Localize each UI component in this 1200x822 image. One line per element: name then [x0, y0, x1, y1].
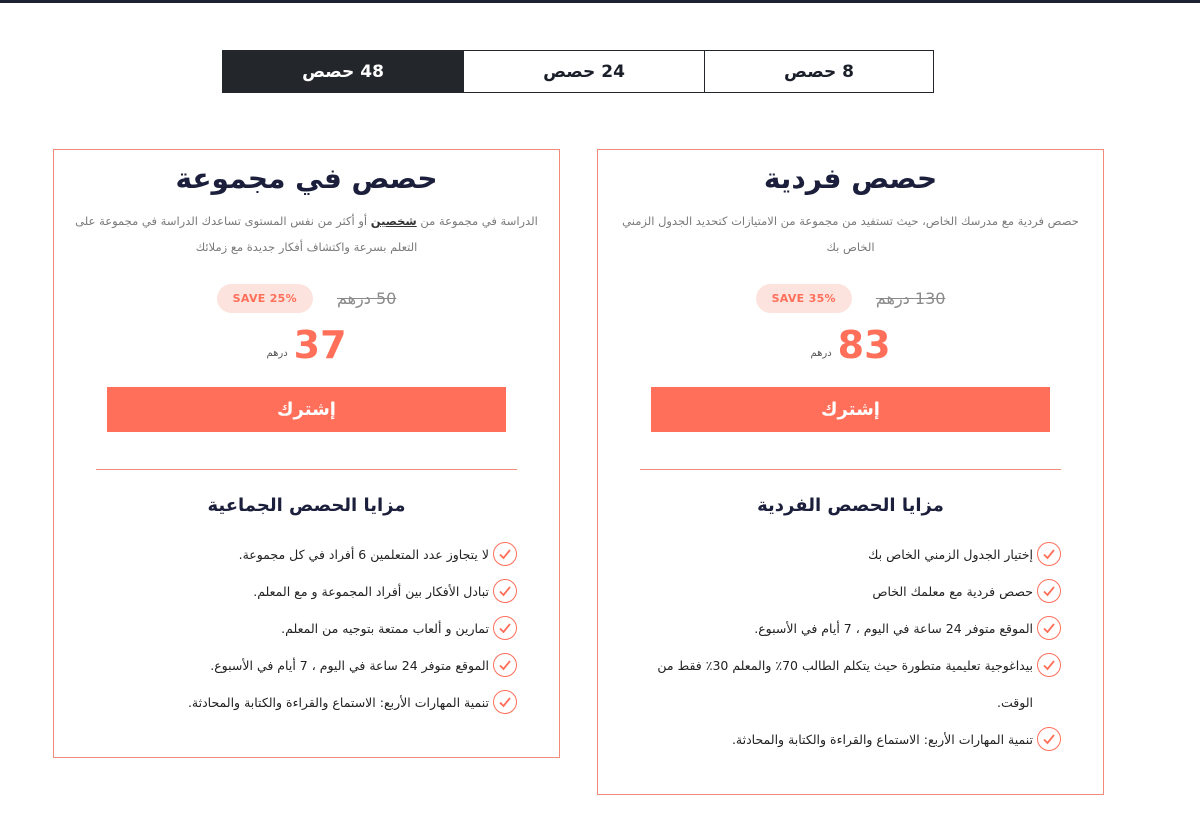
individual-old-price: 130 درهم — [875, 289, 946, 308]
check-circle-icon — [1037, 579, 1061, 603]
group-plan-description: الدراسة في مجموعة من شخصين أو أكثر من نف… — [75, 214, 538, 254]
tab-48-sessions[interactable]: 48 حصص — [222, 50, 464, 93]
group-save-badge: SAVE 25% — [216, 284, 313, 313]
individual-features-title: مزايا الحصص الفردية — [757, 495, 944, 516]
list-item: إختيار الجدول الزمني الخاص بك — [618, 536, 1061, 573]
check-circle-icon — [1037, 542, 1061, 566]
list-item: لا يتجاوز عدد المتعلمين 6 أفراد في كل مج… — [74, 536, 517, 573]
individual-plan-title: حصص فردية — [763, 162, 938, 195]
check-circle-icon — [1037, 616, 1061, 640]
group-price-row: 50 درهم SAVE 25% — [54, 284, 559, 313]
individual-plan-card: حصص فردية حصص فردية مع مدرسك الخاص، حيث … — [597, 149, 1104, 795]
check-circle-icon — [493, 542, 517, 566]
group-plan-title: حصص في مجموعة — [175, 162, 438, 195]
group-divider — [96, 469, 517, 470]
check-circle-icon — [1037, 653, 1061, 677]
list-item: بيداغوجية تعليمية متطورة حيث يتكلم الطال… — [618, 647, 1061, 721]
group-old-price: 50 درهم — [336, 289, 397, 308]
individual-plan-description: حصص فردية مع مدرسك الخاص، حيث تستفيد من … — [622, 214, 1079, 254]
list-item: حصص فردية مع معلمك الخاص — [618, 573, 1061, 610]
group-subscribe-button[interactable]: إشترك — [107, 387, 506, 432]
individual-price-unit: درهم — [810, 348, 832, 359]
group-desc-highlight: شخصين — [370, 214, 417, 228]
individual-save-badge: SAVE 35% — [755, 284, 852, 313]
group-price-unit: درهم — [266, 348, 288, 359]
session-count-tabs: 48 حصص 24 حصص 8 حصص — [222, 50, 934, 93]
check-circle-icon — [493, 579, 517, 603]
individual-features-list: إختيار الجدول الزمني الخاص بك حصص فردية … — [618, 536, 1061, 758]
group-price: 37 درهم — [54, 323, 559, 367]
individual-price: 83 درهم — [598, 323, 1103, 367]
individual-subscribe-button[interactable]: إشترك — [651, 387, 1050, 432]
list-item: تنمية المهارات الأربع: الاستماع والقراءة… — [618, 721, 1061, 758]
top-header-strip — [0, 0, 1200, 3]
list-item: الموقع متوفر 24 ساعة في اليوم ، 7 أيام ف… — [618, 610, 1061, 647]
list-item: تمارين و ألعاب ممتعة بتوجيه من المعلم. — [74, 610, 517, 647]
list-item: الموقع متوفر 24 ساعة في اليوم ، 7 أيام ف… — [74, 647, 517, 684]
check-circle-icon — [493, 690, 517, 714]
group-features-list: لا يتجاوز عدد المتعلمين 6 أفراد في كل مج… — [74, 536, 517, 721]
group-features-title: مزايا الحصص الجماعية — [207, 495, 406, 516]
group-price-value: 37 — [293, 323, 347, 367]
check-circle-icon — [493, 653, 517, 677]
check-circle-icon — [493, 616, 517, 640]
list-item: تبادل الأفكار بين أفراد المجموعة و مع ال… — [74, 573, 517, 610]
individual-price-row: 130 درهم SAVE 35% — [598, 284, 1103, 313]
check-circle-icon — [1037, 727, 1061, 751]
list-item: تنمية المهارات الأربع: الاستماع والقراءة… — [74, 684, 517, 721]
individual-price-value: 83 — [837, 323, 891, 367]
tab-24-sessions[interactable]: 24 حصص — [464, 50, 705, 93]
individual-divider — [640, 469, 1061, 470]
group-plan-card: حصص في مجموعة الدراسة في مجموعة من شخصين… — [53, 149, 560, 758]
tab-8-sessions[interactable]: 8 حصص — [705, 50, 934, 93]
